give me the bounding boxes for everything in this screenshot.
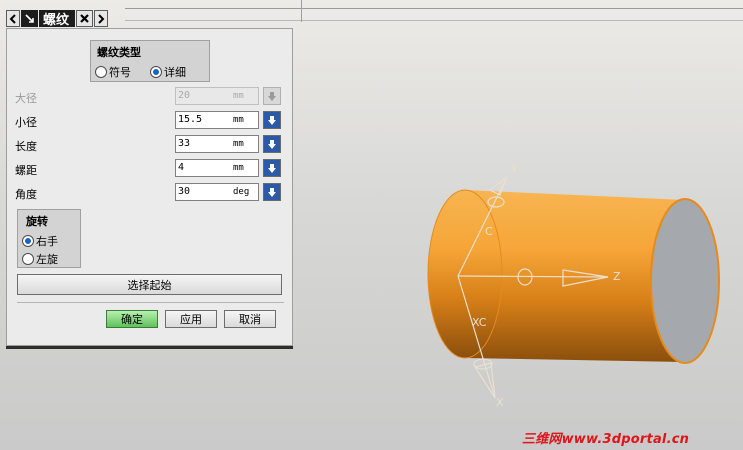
thread-type-label: 螺纹类型 <box>97 46 141 59</box>
angle-label: 角度 <box>15 188 37 201</box>
length-input[interactable]: 33 mm <box>175 135 259 153</box>
pitch-dropdown[interactable] <box>263 159 281 177</box>
watermark: 三维网www.3dportal.cn <box>522 432 690 447</box>
radio-left-hand-label: 左旋 <box>36 253 58 266</box>
cylinder-end-face <box>650 198 720 364</box>
minor-diameter-label: 小径 <box>15 116 37 129</box>
minor-diameter-dropdown[interactable] <box>263 111 281 129</box>
axis-label-z: Z <box>613 270 621 283</box>
dialog-title: 螺纹 <box>39 10 76 28</box>
top-toolbar-strip <box>0 0 743 28</box>
toolbar-divider <box>125 8 743 9</box>
arrow-down-icon <box>268 91 276 101</box>
thread-dialog: 螺纹类型 符号 详细 大径 20 mm 小径 15.5 mm 长度 33 mm 螺距 … <box>6 28 293 346</box>
select-start-button[interactable]: 选择起始 <box>17 274 282 295</box>
close-icon[interactable] <box>76 10 94 27</box>
pitch-label: 螺距 <box>15 164 37 177</box>
next-icon[interactable] <box>94 10 109 27</box>
length-dropdown[interactable] <box>263 135 281 153</box>
thread-type-group: 螺纹类型 符号 详细 <box>90 40 210 82</box>
model-viewport[interactable]: Y Z XC X C <box>300 150 743 410</box>
cancel-button[interactable]: 取消 <box>224 310 276 328</box>
divider <box>17 302 284 303</box>
radio-right-hand-label: 右手 <box>36 235 58 248</box>
axis-label-y: Y <box>510 162 518 175</box>
pin-icon[interactable] <box>21 10 38 27</box>
rotation-group: 旋转 右手 左旋 <box>17 209 81 268</box>
pitch-input[interactable]: 4 mm <box>175 159 259 177</box>
radio-icon[interactable] <box>22 235 34 247</box>
prev-icon[interactable] <box>6 10 20 27</box>
ok-button[interactable]: 确定 <box>106 310 158 328</box>
toolbar-divider <box>301 0 302 22</box>
angle-input[interactable]: 30 deg <box>175 183 259 201</box>
arrow-down-icon <box>268 163 276 173</box>
length-label: 长度 <box>15 140 37 153</box>
radio-icon[interactable] <box>22 253 34 265</box>
arrow-down-icon <box>268 115 276 125</box>
axis-label-xc: XC <box>472 316 487 329</box>
axis-label-c: C <box>485 225 493 238</box>
major-diameter-input: 20 mm <box>175 87 259 105</box>
radio-right-hand[interactable]: 右手 <box>22 233 58 249</box>
radio-symbol[interactable]: 符号 <box>95 64 131 80</box>
toolbar-divider <box>125 20 743 21</box>
apply-button[interactable]: 应用 <box>165 310 217 328</box>
major-diameter-label: 大径 <box>15 92 37 105</box>
dialog-titlebar: 螺纹 <box>6 10 109 29</box>
arrow-down-icon <box>268 139 276 149</box>
radio-left-hand[interactable]: 左旋 <box>22 251 58 267</box>
radio-detailed-label: 详细 <box>164 66 186 79</box>
axis-label-x: X <box>496 396 504 409</box>
radio-symbol-label: 符号 <box>109 66 131 79</box>
arrow-down-icon <box>268 187 276 197</box>
radio-detailed[interactable]: 详细 <box>150 64 186 80</box>
radio-icon[interactable] <box>150 66 162 78</box>
major-diameter-dropdown <box>263 87 281 105</box>
angle-dropdown[interactable] <box>263 183 281 201</box>
minor-diameter-input[interactable]: 15.5 mm <box>175 111 259 129</box>
radio-icon[interactable] <box>95 66 107 78</box>
rotation-label: 旋转 <box>26 215 48 228</box>
